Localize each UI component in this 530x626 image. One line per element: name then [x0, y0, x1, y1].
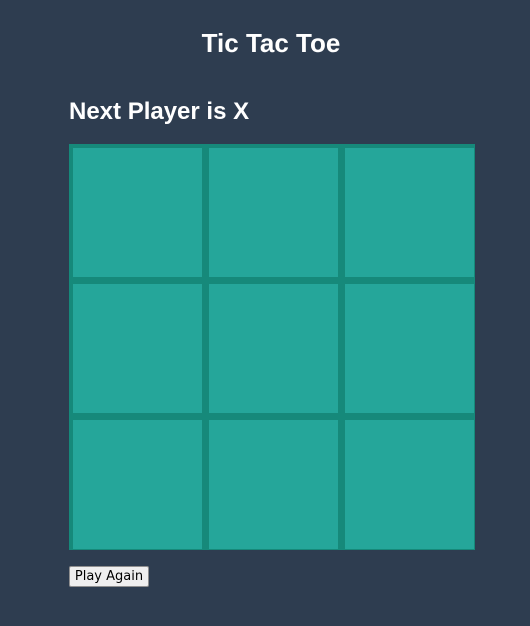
board-cell-9[interactable]: [345, 420, 474, 549]
board-cell-6[interactable]: [345, 284, 474, 413]
board-cell-3[interactable]: [345, 148, 474, 277]
board-cell-1[interactable]: [73, 148, 202, 277]
game-board: [69, 144, 475, 550]
board-cell-5[interactable]: [209, 284, 338, 413]
play-again-button[interactable]: Play Again: [69, 566, 149, 587]
board-cell-4[interactable]: [73, 284, 202, 413]
board-cell-2[interactable]: [209, 148, 338, 277]
board-cell-8[interactable]: [209, 420, 338, 549]
status-text: Next Player is X: [69, 98, 250, 125]
board-cell-7[interactable]: [73, 420, 202, 549]
game-title: Tic Tac Toe: [201, 28, 341, 58]
